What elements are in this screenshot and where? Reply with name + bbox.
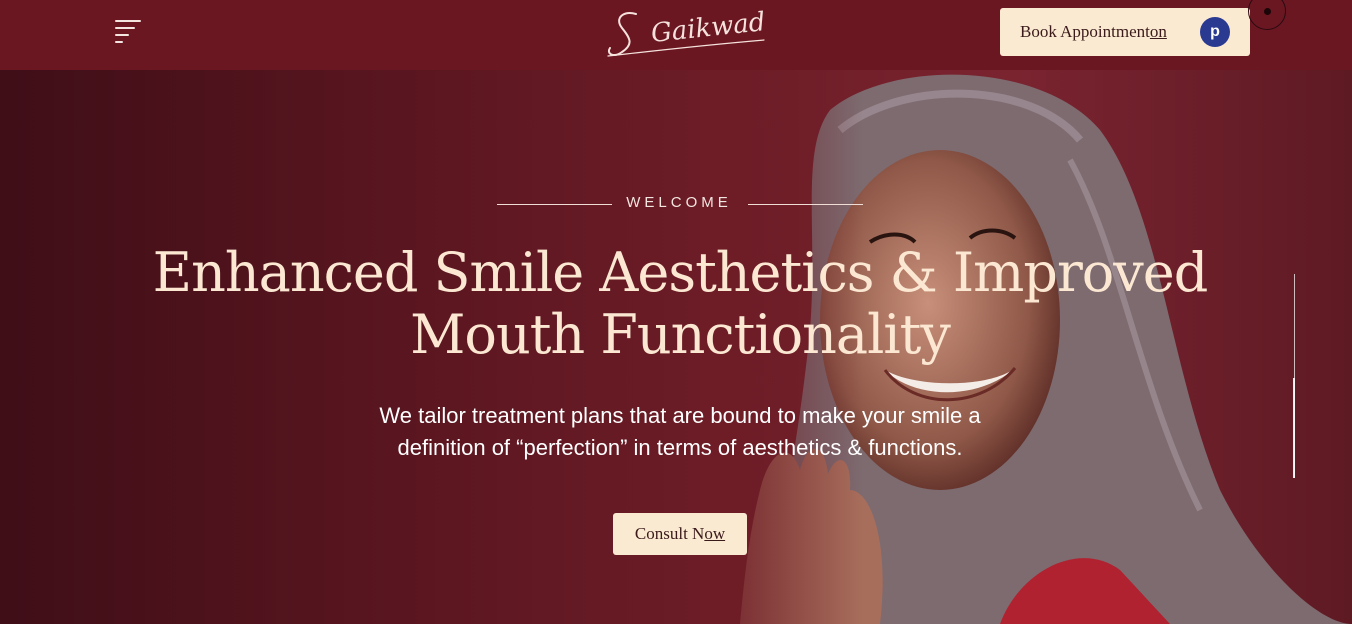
svg-text:Gaikwad: Gaikwad — [650, 7, 767, 49]
site-logo[interactable]: Gaikwad — [604, 6, 770, 64]
hero-section: WELCOME Enhanced Smile Aesthetics & Impr… — [0, 70, 1352, 624]
book-appointment-on: on — [1149, 22, 1167, 41]
circle-cursor-icon — [1248, 0, 1286, 30]
hamburger-menu-icon[interactable] — [112, 18, 144, 46]
consult-now-button[interactable]: Consult Now — [613, 513, 747, 555]
hero-headline-line-1: Enhanced Smile Aesthetics & Improved — [152, 241, 1209, 304]
welcome-eyebrow: WELCOME — [626, 194, 732, 211]
book-appointment-button[interactable]: Book Appointment on p — [1000, 8, 1250, 56]
hero-headline-line-2: Mouth Functionality — [410, 303, 951, 366]
top-navigation-bar: Gaikwad Book Appointment on p — [0, 0, 1352, 70]
practo-logo-icon: p — [1200, 17, 1230, 47]
book-appointment-label: Book Appointment — [1020, 22, 1150, 41]
welcome-rule-left — [497, 204, 612, 205]
hero-subtext-line-2: definition of “perfection” in terms of a… — [397, 435, 963, 460]
hero-headline: Enhanced Smile Aesthetics & Improved Mou… — [100, 242, 1260, 366]
welcome-rule-right — [748, 204, 863, 205]
slider-progress-indicator[interactable] — [1293, 378, 1295, 478]
hero-subtext-line-1: We tailor treatment plans that are bound… — [379, 403, 981, 428]
consult-now-label-underlined: ow — [704, 524, 726, 543]
hero-subtext: We tailor treatment plans that are bound… — [300, 400, 1060, 464]
consult-now-label: Consult N — [634, 524, 705, 543]
